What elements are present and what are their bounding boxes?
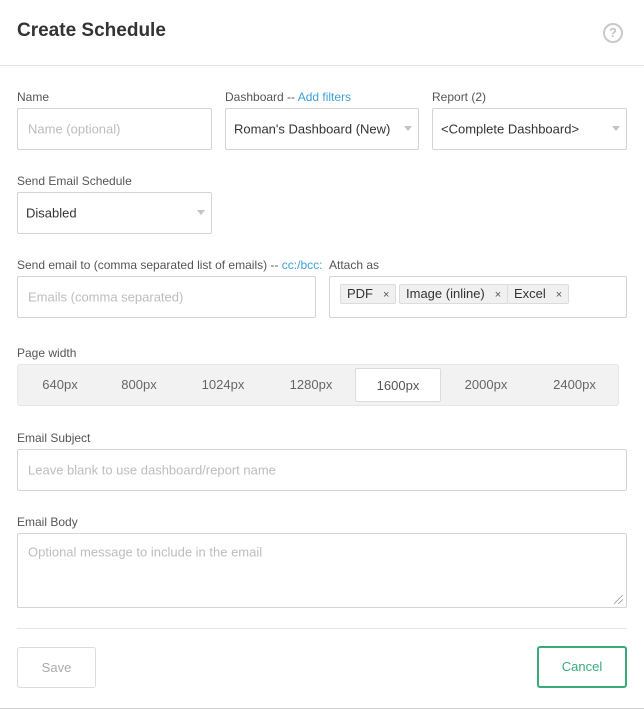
report-label: Report (2) [432,90,487,104]
attach-label: Attach as [329,258,380,272]
emails-input[interactable]: Emails (comma separated) [17,276,316,318]
help-icon[interactable]: ? [603,23,623,43]
email-subject-placeholder: Leave blank to use dashboard/report name [28,462,276,478]
cc-bcc-link[interactable]: cc:/bcc: [282,258,323,272]
report-select[interactable]: <Complete Dashboard> [432,108,627,150]
page-width-option-2000[interactable]: 2000px [441,365,531,405]
attach-tag-excel: Excel × [507,284,570,304]
page-width-option-1280[interactable]: 1280px [270,365,352,405]
dashboard-select[interactable]: Roman's Dashboard (New) [225,108,419,150]
chevron-down-icon [197,210,205,215]
emails-placeholder: Emails (comma separated) [28,289,184,305]
email-subject-label: Email Subject [17,431,91,445]
cancel-button[interactable]: Cancel [537,646,627,688]
footer-divider [17,628,627,629]
save-button[interactable]: Save [17,647,96,688]
page-width-option-1600[interactable]: 1600px [355,368,441,402]
dialog-title: Create Schedule [17,20,166,41]
page-width-option-640[interactable]: 640px [18,365,102,405]
page-width-option-800[interactable]: 800px [102,365,176,405]
page-width-selector: 640px 800px 1024px 1280px 1600px 2000px … [17,364,619,406]
send-to-label-text: Send email to (comma separated list of e… [17,258,279,272]
email-schedule-select[interactable]: Disabled [17,192,212,234]
email-schedule-value: Disabled [26,205,77,221]
email-body-textarea[interactable]: Optional message to include in the email [17,533,627,608]
remove-icon[interactable]: × [495,289,501,301]
dashboard-label-text: Dashboard -- [225,90,296,104]
report-value: <Complete Dashboard> [441,121,580,137]
send-to-label: Send email to (comma separated list of e… [17,258,322,272]
resize-handle-icon[interactable] [614,595,623,604]
chevron-down-icon [404,126,412,131]
dashboard-value: Roman's Dashboard (New) [234,121,391,137]
email-body-placeholder: Optional message to include in the email [28,544,263,560]
add-filters-link[interactable]: Add filters [298,90,351,104]
attach-multiselect[interactable]: PDF × Image (inline) × Excel × [329,276,627,318]
email-subject-input[interactable]: Leave blank to use dashboard/report name [17,449,627,491]
remove-icon[interactable]: × [383,289,389,301]
remove-icon[interactable]: × [556,289,562,301]
chevron-down-icon [612,126,620,131]
page-width-option-2400[interactable]: 2400px [531,365,618,405]
dialog-header: Create Schedule ? [0,0,644,66]
tag-label: Excel [514,286,546,301]
page-width-label: Page width [17,346,77,360]
email-body-label: Email Body [17,515,78,529]
page-width-option-1024[interactable]: 1024px [176,365,270,405]
dashboard-label: Dashboard -- Add filters [225,90,351,104]
name-input[interactable]: Name (optional) [17,108,212,150]
tag-label: PDF [347,286,373,301]
name-label: Name [17,90,50,104]
name-placeholder: Name (optional) [28,121,121,137]
attach-tag-image: Image (inline) × [399,284,509,304]
email-schedule-label: Send Email Schedule [17,174,132,188]
attach-tag-pdf: PDF × [340,284,397,304]
tag-label: Image (inline) [406,286,485,301]
